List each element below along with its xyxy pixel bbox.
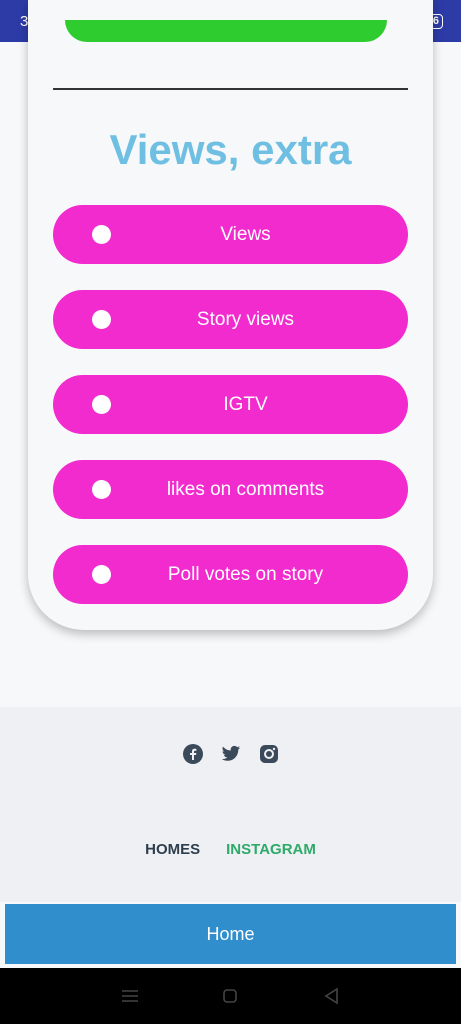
option-poll-votes[interactable]: Poll votes on story — [53, 545, 408, 604]
option-label: IGTV — [223, 393, 268, 415]
system-nav-bar — [0, 968, 461, 1024]
radio-icon[interactable] — [92, 225, 111, 244]
home-button[interactable]: Home — [5, 904, 456, 964]
twitter-icon[interactable] — [221, 744, 241, 764]
option-igtv[interactable]: IGTV — [53, 375, 408, 434]
option-story-views[interactable]: Story views — [53, 290, 408, 349]
section-title: Views, extra — [109, 126, 352, 173]
footer-links: HOMES INSTAGRAM — [0, 841, 461, 858]
social-links — [0, 744, 461, 764]
option-views[interactable]: Views — [53, 205, 408, 264]
instagram-link[interactable]: INSTAGRAM — [226, 841, 316, 858]
facebook-icon[interactable] — [182, 744, 203, 764]
option-label: likes on comments — [166, 478, 325, 500]
back-icon[interactable] — [321, 986, 341, 1006]
footer — [0, 707, 461, 902]
option-likes-on-comments[interactable]: likes on comments — [53, 460, 408, 519]
services-card: Views, extra Views Story views IGTV like… — [28, 0, 433, 630]
radio-icon[interactable] — [92, 480, 111, 499]
green-button-edge[interactable] — [65, 20, 387, 42]
instagram-icon[interactable] — [259, 744, 279, 764]
homes-link[interactable]: HOMES — [145, 841, 200, 858]
radio-icon[interactable] — [92, 565, 111, 584]
menu-icon[interactable] — [120, 986, 140, 1006]
option-label: Views — [220, 223, 271, 245]
option-label: Story views — [196, 308, 295, 330]
radio-icon[interactable] — [92, 395, 111, 414]
divider — [53, 88, 408, 90]
radio-icon[interactable] — [92, 310, 111, 329]
option-label: Poll votes on story — [167, 563, 324, 585]
home-icon[interactable] — [220, 986, 240, 1006]
